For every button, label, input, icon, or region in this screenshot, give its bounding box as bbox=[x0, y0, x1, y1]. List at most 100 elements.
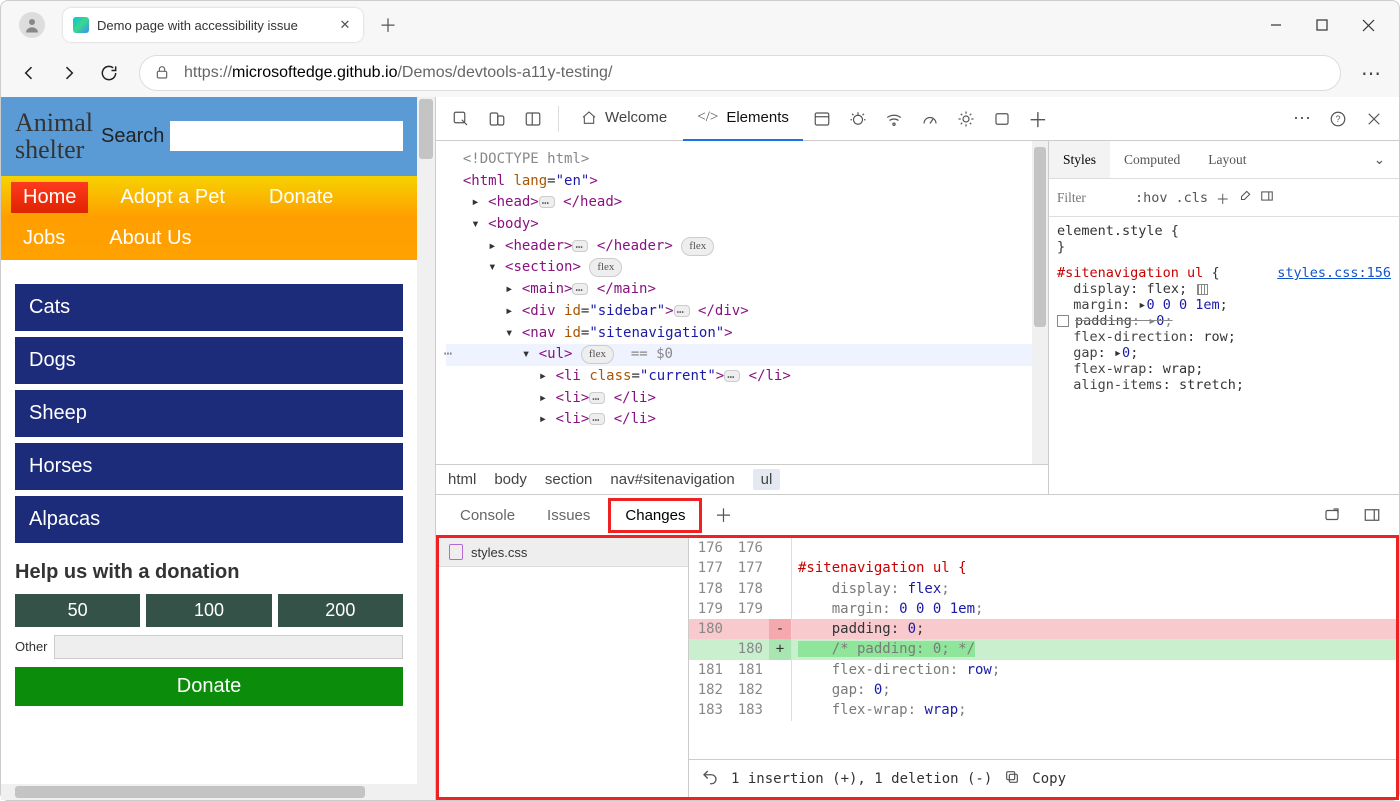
tab-computed[interactable]: Computed bbox=[1110, 141, 1194, 178]
nav-about[interactable]: About Us bbox=[97, 223, 203, 254]
copy-icon[interactable] bbox=[1004, 769, 1020, 789]
more-styles-icon[interactable]: ⌄ bbox=[1360, 141, 1399, 178]
back-button[interactable] bbox=[11, 55, 47, 91]
diff-view[interactable]: 176176 177177#sitenavigation ul { 178178… bbox=[689, 538, 1396, 797]
nav-donate[interactable]: Donate bbox=[257, 182, 346, 213]
changes-filelist[interactable]: styles.css bbox=[439, 538, 689, 797]
browser-tab[interactable]: Demo page with accessibility issue ✕ bbox=[63, 8, 363, 42]
dom-vscrollbar[interactable] bbox=[1032, 141, 1048, 464]
search-input[interactable] bbox=[170, 121, 403, 151]
dom-panel: <!DOCTYPE html> <html lang="en"> ▸ <head… bbox=[436, 141, 1049, 494]
changes-summary: 1 insertion (+), 1 deletion (-) bbox=[731, 771, 992, 787]
brush-icon[interactable] bbox=[1238, 189, 1252, 207]
tab-elements[interactable]: </>Elements bbox=[683, 97, 803, 141]
inspect-icon[interactable] bbox=[444, 102, 478, 136]
changes-panel: styles.css 176176 177177#sitenavigation … bbox=[436, 535, 1399, 800]
other-amount-input[interactable] bbox=[54, 635, 403, 659]
drawer-tab-issues[interactable]: Issues bbox=[533, 501, 604, 530]
devtools-main: <!DOCTYPE html> <html lang="en"> ▸ <head… bbox=[436, 141, 1399, 494]
tab-perf-icon[interactable] bbox=[913, 102, 947, 136]
help-icon[interactable]: ? bbox=[1321, 102, 1355, 136]
settings-menu-icon[interactable]: ⋯ bbox=[1353, 55, 1389, 91]
refresh-button[interactable] bbox=[91, 55, 127, 91]
styles-filter-bar: :hov .cls ＋ bbox=[1049, 179, 1399, 217]
styles-body[interactable]: element.style { } #sitenavigation ul {st… bbox=[1049, 217, 1399, 494]
hov-toggle[interactable]: :hov bbox=[1135, 190, 1168, 206]
url-text: https://microsoftedge.github.io/Demos/de… bbox=[184, 64, 612, 82]
minimize-icon[interactable] bbox=[1253, 9, 1299, 41]
donate-50[interactable]: 50 bbox=[15, 594, 140, 627]
window-controls bbox=[1253, 9, 1391, 41]
donate-100[interactable]: 100 bbox=[146, 594, 271, 627]
tab-styles[interactable]: Styles bbox=[1049, 141, 1110, 178]
maximize-icon[interactable] bbox=[1299, 9, 1345, 41]
tab-welcome[interactable]: Welcome bbox=[567, 97, 681, 141]
styles-tabs: Styles Computed Layout ⌄ bbox=[1049, 141, 1399, 179]
address-bar[interactable]: https://microsoftedge.github.io/Demos/de… bbox=[139, 55, 1341, 91]
more-tools-icon[interactable]: ⋯ bbox=[1285, 102, 1319, 136]
donation-heading: Help us with a donation bbox=[15, 561, 403, 584]
file-item[interactable]: styles.css bbox=[439, 538, 688, 567]
tab-layout[interactable]: Layout bbox=[1194, 141, 1260, 178]
revert-icon[interactable] bbox=[701, 768, 719, 790]
drawer-tab-changes[interactable]: Changes bbox=[608, 498, 702, 533]
drawer-undock-icon[interactable] bbox=[1315, 498, 1349, 532]
forward-button[interactable] bbox=[51, 55, 87, 91]
donate-200[interactable]: 200 bbox=[278, 594, 403, 627]
tab-title: Demo page with accessibility issue bbox=[97, 18, 337, 33]
nav-home[interactable]: Home bbox=[11, 182, 88, 213]
changes-footer: 1 insertion (+), 1 deletion (-) Copy bbox=[689, 759, 1396, 797]
copy-button[interactable]: Copy bbox=[1032, 771, 1066, 787]
lock-icon bbox=[154, 64, 170, 83]
tab-plus-icon[interactable]: ＋ bbox=[1021, 102, 1055, 136]
device-icon[interactable] bbox=[480, 102, 514, 136]
cls-toggle[interactable]: .cls bbox=[1176, 190, 1209, 206]
nav-adopt[interactable]: Adopt a Pet bbox=[108, 182, 237, 213]
drawer: Console Issues Changes ＋ styles.css bbox=[436, 494, 1399, 800]
dock-icon[interactable] bbox=[516, 102, 550, 136]
drawer-plus-icon[interactable]: ＋ bbox=[706, 498, 740, 532]
new-tab-button[interactable]: ＋ bbox=[373, 10, 403, 40]
cat-sheep[interactable]: Sheep bbox=[15, 390, 403, 437]
tab-memory-icon[interactable] bbox=[949, 102, 983, 136]
tab-app-icon[interactable] bbox=[805, 102, 839, 136]
tab-wifi-icon[interactable] bbox=[877, 102, 911, 136]
page-hscrollbar[interactable] bbox=[1, 784, 417, 800]
styles-filter-input[interactable] bbox=[1057, 190, 1127, 206]
padding-checkbox[interactable] bbox=[1057, 315, 1069, 327]
breadcrumb[interactable]: html body section nav#sitenavigation ul bbox=[436, 464, 1048, 494]
cat-horses[interactable]: Horses bbox=[15, 443, 403, 490]
tab-bug-icon[interactable] bbox=[841, 102, 875, 136]
titlebar: Demo page with accessibility issue ✕ ＋ bbox=[1, 1, 1399, 49]
demo-page: Animal shelter Search Home Adopt a Pet D… bbox=[1, 97, 417, 800]
category-list: Cats Dogs Sheep Horses Alpacas Help us w… bbox=[1, 260, 417, 730]
site-nav: Home Adopt a Pet Donate Jobs About Us bbox=[1, 176, 417, 260]
flex-editor-icon[interactable] bbox=[1197, 284, 1208, 295]
cat-dogs[interactable]: Dogs bbox=[15, 337, 403, 384]
dom-tree[interactable]: <!DOCTYPE html> <html lang="en"> ▸ <head… bbox=[436, 141, 1048, 464]
search-label: Search bbox=[101, 125, 164, 148]
content-row: Animal shelter Search Home Adopt a Pet D… bbox=[1, 97, 1399, 800]
drawer-panel-icon[interactable] bbox=[1355, 498, 1389, 532]
source-link[interactable]: styles.css:156 bbox=[1277, 265, 1391, 281]
profile-avatar[interactable] bbox=[19, 12, 45, 38]
donate-button[interactable]: Donate bbox=[15, 667, 403, 706]
devtools-toolbar: Welcome </>Elements ＋ ⋯ ? bbox=[436, 97, 1399, 141]
cat-alpacas[interactable]: Alpacas bbox=[15, 496, 403, 543]
close-window-icon[interactable] bbox=[1345, 9, 1391, 41]
edge-favicon bbox=[73, 17, 89, 33]
new-rule-icon[interactable]: ＋ bbox=[1216, 188, 1230, 208]
page-header: Animal shelter Search bbox=[1, 97, 417, 176]
tab-close-icon[interactable]: ✕ bbox=[337, 17, 353, 33]
cat-cats[interactable]: Cats bbox=[15, 284, 403, 331]
site-logo: Animal shelter bbox=[15, 109, 93, 164]
nav-jobs[interactable]: Jobs bbox=[11, 223, 77, 254]
toolbar: https://microsoftedge.github.io/Demos/de… bbox=[1, 49, 1399, 97]
page-vscrollbar[interactable] bbox=[417, 97, 435, 800]
tab-window-icon[interactable] bbox=[985, 102, 1019, 136]
styles-panel: Styles Computed Layout ⌄ :hov .cls ＋ ele… bbox=[1049, 141, 1399, 494]
browser-window: Demo page with accessibility issue ✕ ＋ h… bbox=[0, 0, 1400, 801]
close-devtools-icon[interactable] bbox=[1357, 102, 1391, 136]
panel-toggle-icon[interactable] bbox=[1260, 189, 1274, 207]
drawer-tab-console[interactable]: Console bbox=[446, 501, 529, 530]
